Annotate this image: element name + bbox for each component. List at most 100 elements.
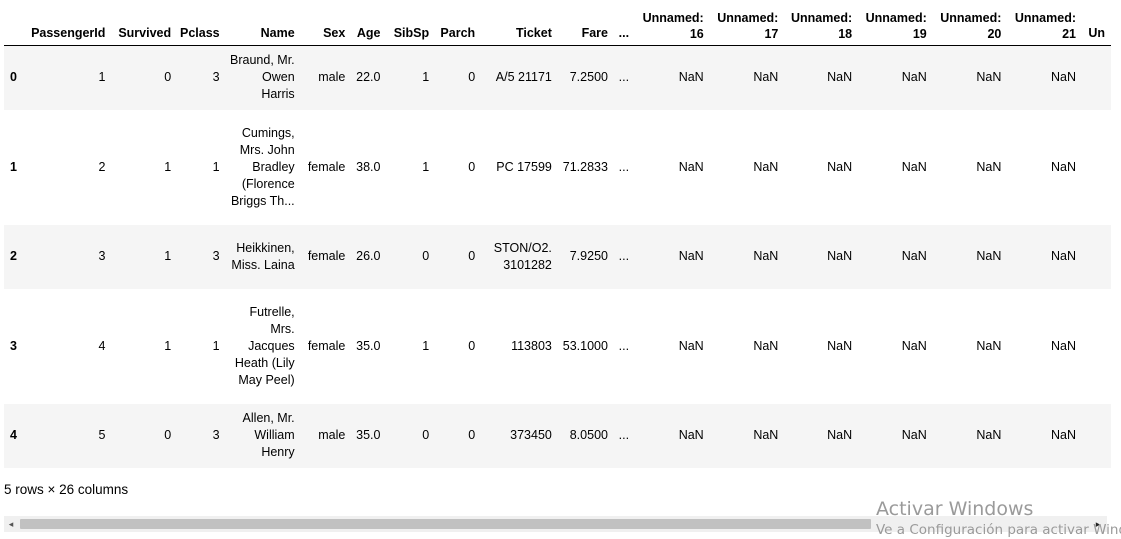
table-cell: NaN [901, 338, 927, 353]
table-cell: NaN [1050, 249, 1076, 263]
row-index: 3 [10, 338, 17, 353]
table-cell: 1 [422, 159, 430, 174]
index-header [4, 0, 25, 46]
ellipsis-cell: ... [618, 428, 630, 442]
table-cell: Heikkinen, Miss. Laina [231, 240, 295, 272]
table-cell: NaN [1050, 159, 1076, 174]
ellipsis-cell: ... [618, 70, 630, 85]
table-cell: NaN [1050, 338, 1076, 353]
ellipsis-column-header: ... [613, 0, 636, 46]
table-cell: NaN [678, 249, 704, 263]
table-cell: 7.9250 [569, 249, 608, 263]
table-cell: 3 [98, 249, 106, 263]
table-cell: 22.0 [356, 70, 381, 85]
header-row: PassengerId Survived Pclass Name Sex Age SibSp… [4, 0, 1111, 46]
column-header: PassengerId [24, 0, 112, 46]
table-cell: 1 [164, 249, 172, 263]
table-cell: NaN [901, 249, 927, 263]
table-cell: NaN [901, 70, 927, 85]
column-header: Age [351, 0, 387, 46]
table-cell: 4 [98, 338, 106, 353]
table-cell: 3 [212, 428, 220, 442]
table-cell: 1 [212, 159, 220, 174]
table-cell: 1 [212, 338, 220, 353]
column-header: Unnamed: 21 [1007, 0, 1082, 46]
table-cell: NaN [827, 159, 853, 174]
row-index: 2 [10, 249, 17, 263]
table-cell: female [307, 159, 346, 174]
dataframe-output: PassengerId Survived Pclass Name Sex Age SibSp… [4, 0, 1111, 470]
table-cell: 53.1000 [562, 338, 608, 353]
column-header: Parch [435, 0, 482, 46]
scroll-left-arrow-icon[interactable]: ◂ [6, 519, 16, 529]
column-header: Unnamed: 16 [635, 0, 710, 46]
column-header: Fare [557, 0, 614, 46]
table-cell: NaN [827, 249, 853, 263]
column-header: Sex [300, 0, 352, 46]
table-cell: 0 [164, 70, 172, 85]
column-header: Name [225, 0, 301, 46]
column-header: Unnamed: 20 [932, 0, 1008, 46]
column-header: Survived [111, 0, 178, 46]
table-row: 0 1 0 3 Braund, Mr. Owen Harris male 22.0 1 0 A/5… [4, 45, 1111, 110]
table-cell: 113803 [511, 338, 552, 353]
table-cell: NaN [753, 338, 779, 353]
table-cell: female [307, 338, 346, 353]
table-cell-truncated [1082, 225, 1111, 289]
table-cell: 8.0500 [569, 428, 608, 442]
table-cell: NaN [976, 338, 1002, 353]
row-index: 1 [10, 159, 17, 174]
table-cell: 35.0 [356, 338, 381, 353]
table-cell: NaN [753, 249, 779, 263]
table-cell: NaN [976, 70, 1002, 85]
table-cell: 1 [164, 338, 172, 353]
table-cell: Futrelle, Mrs. Jacques Heath (Lily May P… [234, 304, 295, 387]
table-cell: NaN [901, 159, 927, 174]
column-header: SibSp [386, 0, 436, 46]
table-cell: 26.0 [356, 249, 381, 263]
table-cell: Cumings, Mrs. John Bradley (Florence Bri… [230, 125, 295, 208]
windows-activation-watermark: Activar Windows Ve a Configuración para … [876, 498, 1121, 538]
ellipsis-cell: ... [618, 338, 630, 353]
table-cell: PC 17599 [496, 159, 552, 174]
column-header: Ticket [481, 0, 558, 46]
table-cell-truncated [1082, 110, 1111, 225]
row-index: 4 [10, 428, 17, 442]
table-cell: female [307, 249, 346, 263]
table-cell: NaN [827, 428, 853, 442]
table-cell: 5 [98, 428, 106, 442]
table-row: 1 2 1 1 Cumings, Mrs. John Bradley (Florence… [4, 109, 1111, 225]
table-cell: 0 [422, 249, 430, 263]
table-cell: NaN [753, 70, 779, 85]
ellipsis-cell: ... [618, 159, 630, 174]
table-cell: NaN [678, 159, 704, 174]
scrollbar-thumb[interactable] [20, 519, 871, 529]
table-cell: 0 [422, 428, 430, 442]
table-cell: 1 [164, 159, 172, 174]
table-cell: 1 [422, 70, 430, 85]
column-header: Unnamed: 17 [709, 0, 785, 46]
dataframe-table: PassengerId Survived Pclass Name Sex Age SibSp… [4, 0, 1111, 468]
table-cell: 3 [212, 249, 220, 263]
table-cell-truncated [1082, 46, 1111, 110]
table-cell: NaN [827, 70, 853, 85]
table-cell: 0 [164, 428, 172, 442]
table-cell: NaN [976, 249, 1002, 263]
table-body: 0 1 0 3 Braund, Mr. Owen Harris male 22.0 1 0 A/5… [4, 45, 1111, 468]
table-row: 2 3 1 3 Heikkinen, Miss. Laina female 26.0 0 0 ST… [4, 224, 1111, 289]
table-cell: NaN [901, 428, 927, 442]
table-cell: 373450 [510, 428, 552, 442]
watermark-title: Activar Windows [876, 498, 1034, 520]
watermark-subtitle: Ve a Configuración para activar Windows. [876, 522, 1121, 538]
column-header: Un [1082, 0, 1111, 46]
table-cell: A/5 21171 [495, 70, 552, 85]
table-cell: NaN [753, 159, 779, 174]
table-cell: NaN [976, 159, 1002, 174]
table-cell: Allen, Mr. William Henry [242, 411, 295, 459]
table-cell: NaN [678, 338, 704, 353]
table-cell: NaN [1050, 428, 1076, 442]
table-row: 4 5 0 3 Allen, Mr. William Henry male 35.0 0 0 37… [4, 403, 1111, 468]
table-cell: NaN [678, 428, 704, 442]
table-cell: male [318, 428, 346, 442]
column-header: Unnamed: 18 [784, 0, 859, 46]
